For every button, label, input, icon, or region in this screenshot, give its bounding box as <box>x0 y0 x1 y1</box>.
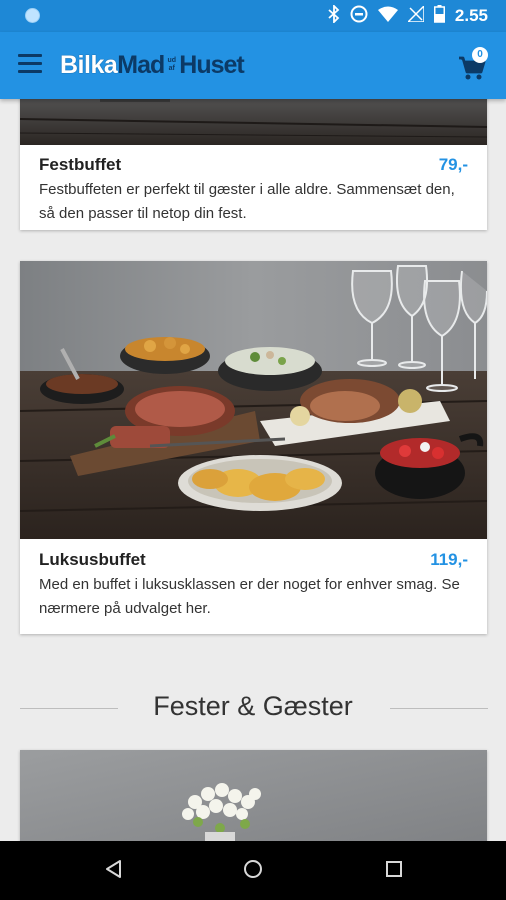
logo-mad-text: Mad <box>117 50 165 79</box>
back-icon[interactable] <box>104 859 124 884</box>
category-card-fester[interactable] <box>20 750 487 841</box>
card-description: Festbuffeten er perfekt til gæster i all… <box>39 181 455 222</box>
logo-bilka-text: Bilka <box>60 50 118 79</box>
home-icon[interactable] <box>243 859 263 884</box>
bluetooth-icon <box>328 3 340 28</box>
fester-image <box>20 750 487 841</box>
battery-icon <box>433 4 445 28</box>
no-signal-icon <box>406 3 425 27</box>
card-title: Luksusbuffet <box>39 550 146 569</box>
app-bar: Bilka Mad ud af Huset 0 <box>0 32 506 99</box>
system-nav-bar <box>0 841 506 900</box>
content-scroll[interactable]: Festbuffet 79,- Festbuffeten er perfekt … <box>0 99 506 841</box>
notification-icon <box>25 8 40 23</box>
logo-fra-text: ud af <box>167 57 177 72</box>
status-bar: 2.55 <box>0 0 506 32</box>
card-description: Med en buffet i luksusklassen er der nog… <box>39 576 460 617</box>
clock: 2.55 <box>454 6 488 25</box>
card-price: 79,- <box>438 155 468 174</box>
product-card-luksusbuffet[interactable]: Luksusbuffet 119,- Med en buffet i luksu… <box>20 261 487 634</box>
menu-icon[interactable] <box>18 54 42 74</box>
festbuffet-image <box>20 99 487 145</box>
dnd-icon <box>350 5 368 28</box>
section-title: Fester & Gæster <box>153 691 353 721</box>
card-title: Festbuffet <box>39 155 122 174</box>
luksusbuffet-image <box>20 261 487 539</box>
card-price: 119,- <box>430 550 468 569</box>
cart-count-badge: 0 <box>472 47 488 63</box>
logo-huset-text: Huset <box>179 50 244 79</box>
recents-icon[interactable] <box>384 859 404 884</box>
wifi-icon <box>377 6 398 27</box>
bilka-logo: Bilka Mad ud af Huset <box>60 50 245 80</box>
section-divider-right <box>390 708 488 709</box>
product-card-festbuffet[interactable]: Festbuffet 79,- Festbuffeten er perfekt … <box>20 99 487 230</box>
